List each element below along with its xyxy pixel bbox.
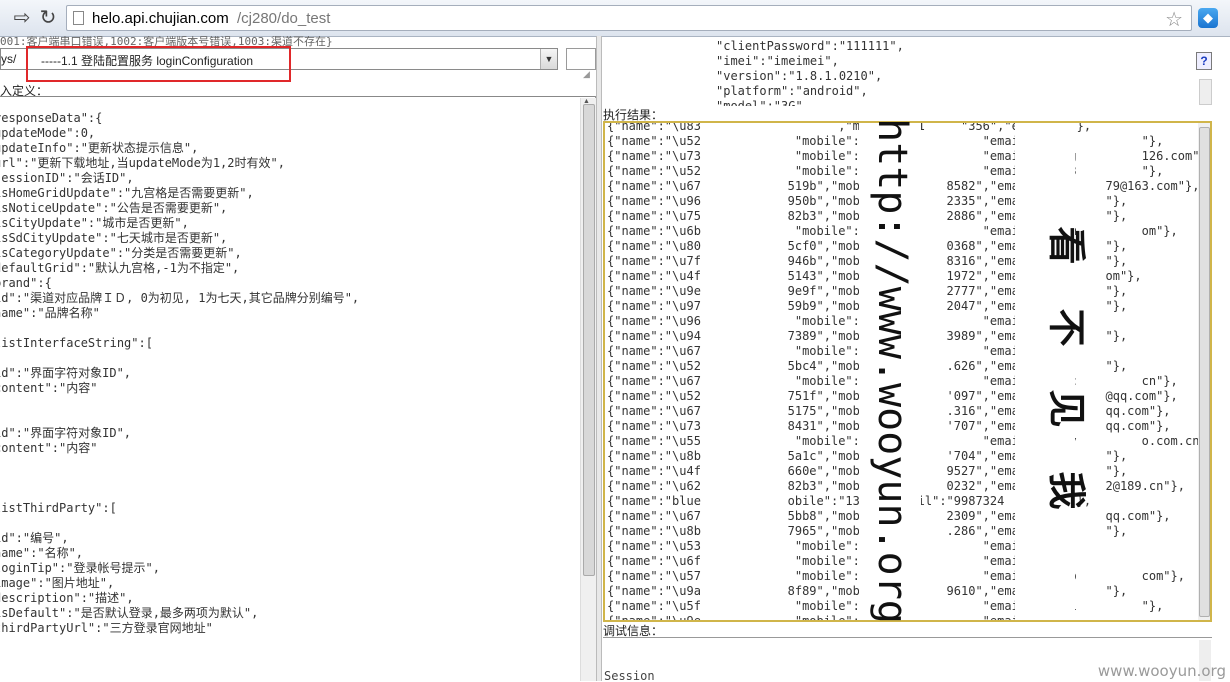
redaction-block <box>701 123 755 620</box>
definition-line: id":"界面字符对象ID", <box>0 366 132 380</box>
request-line: "platform":"android", <box>716 84 868 98</box>
definition-line: loginTip":"登录帐号提示", <box>0 561 160 575</box>
request-line: "version":"1.8.1.0210", <box>716 69 883 83</box>
resize-grip-icon[interactable]: ◢ <box>583 69 590 80</box>
definition-line: brand":{ <box>0 276 52 290</box>
definition-line: id":"渠道对应品牌ＩＤ, 0为初见, 1为七天,其它品牌分别编号", <box>0 291 360 305</box>
definition-line: isDefault":"是否默认登录,最多两项为默认", <box>0 606 259 620</box>
definition-line: isCityUpdate":"城市是否更新", <box>0 216 189 230</box>
url-path: /cj280/do_test <box>237 10 331 27</box>
help-button[interactable]: ? <box>1196 52 1212 70</box>
highlight-box <box>26 46 291 82</box>
definition-lines: responseData":{updateMode":0, updateInfo"… <box>0 111 359 636</box>
definition-line <box>0 486 359 501</box>
definition-line: listThirdParty":[ <box>0 501 117 515</box>
param-input[interactable] <box>566 48 596 70</box>
browser-toolbar: ⇨ ↻ helo.api.chujian.com /cj280/do_test … <box>0 0 1230 37</box>
definition-line: listInterfaceString":[ <box>0 336 153 350</box>
request-line: "imei":"imeimei", <box>716 54 839 68</box>
back-arrow-icon[interactable]: ⇨ <box>10 6 34 30</box>
request-textarea[interactable]: "clientPassword":"111111", "imei":"imeime… <box>602 36 1212 106</box>
request-scrollbar[interactable] <box>1199 79 1212 105</box>
request-line: "clientPassword":"111111", <box>716 39 904 53</box>
url-host: helo.api.chujian.com <box>92 10 229 27</box>
definition-line: responseData":{ <box>0 111 103 125</box>
scrollbar-thumb[interactable] <box>583 104 595 576</box>
definition-line: id":"编号", <box>0 531 69 545</box>
definition-line: updateMode":0, <box>0 126 96 140</box>
page-icon <box>73 11 84 25</box>
watermark-char: 见 <box>1044 389 1090 428</box>
request-line: "model":"3G" <box>716 99 803 106</box>
definition-line: image":"图片地址", <box>0 576 115 590</box>
definition-line: isCategoryUpdate":"分类是否需要更新", <box>0 246 242 260</box>
reload-icon[interactable]: ↻ <box>36 6 60 30</box>
definition-line: sessionID":"会话ID", <box>0 171 134 185</box>
extension-icon[interactable]: ◆ <box>1198 8 1218 28</box>
definition-scrollbar[interactable]: ▲ <box>580 98 596 681</box>
chevron-down-icon[interactable]: ▼ <box>540 49 557 69</box>
debug-text: Session <box>604 669 655 682</box>
definition-line: url":"更新下载地址,当updateMode为1,2时有效", <box>0 156 285 170</box>
watermark-char: 我 <box>1044 471 1090 510</box>
definition-line: name":"名称", <box>0 546 84 560</box>
definition-line: isHomeGridUpdate":"九宫格是否需要更新", <box>0 186 254 200</box>
site-watermark: www.wooyun.org <box>1097 662 1226 680</box>
definition-line: isNoticeUpdate":"公告是否需要更新", <box>0 201 228 215</box>
definition-line: content":"内容" <box>0 381 98 395</box>
definition-line <box>0 471 359 486</box>
request-lines: "clientPassword":"111111", "imei":"imeime… <box>716 39 904 106</box>
watermark-char: 看 <box>1044 226 1090 265</box>
definition-line: description":"描述", <box>0 591 134 605</box>
definition-line: isSdCityUpdate":"七天城市是否更新", <box>0 231 228 245</box>
watermark-url-text: http://www.wooyun.org <box>869 118 916 624</box>
watermark-char: 不 <box>1044 308 1090 347</box>
result-scrollbar[interactable] <box>1198 123 1210 620</box>
definition-line <box>0 411 359 426</box>
definition-line: updateInfo":"更新状态提示信息", <box>0 141 199 155</box>
definition-line: defaultGrid":"默认九宫格,-1为不指定", <box>0 261 240 275</box>
star-icon[interactable]: ☆ <box>1165 7 1183 32</box>
definition-line <box>0 351 359 366</box>
definition-line <box>0 516 359 531</box>
watermark-url: http://www.wooyun.org <box>862 116 922 626</box>
definition-line: content":"内容" <box>0 441 98 455</box>
definition-line: thirdPartyUrl":"三方登录官网地址" <box>0 621 213 635</box>
definition-line: id":"界面字符对象ID", <box>0 426 132 440</box>
scrollbar-thumb[interactable] <box>1199 127 1210 617</box>
watermark-cn: 看 不 见 我 <box>1040 218 1100 518</box>
definition-line <box>0 321 359 336</box>
definition-line <box>0 456 359 471</box>
definition-line: name":"品牌名称" <box>0 306 100 320</box>
definition-textarea[interactable]: responseData":{updateMode":0, updateInfo"… <box>0 96 596 681</box>
api-path: ys/ <box>1 52 17 66</box>
pane-splitter[interactable] <box>596 36 602 681</box>
definition-line <box>0 396 359 411</box>
address-bar[interactable]: helo.api.chujian.com /cj280/do_test ☆ <box>66 5 1192 31</box>
